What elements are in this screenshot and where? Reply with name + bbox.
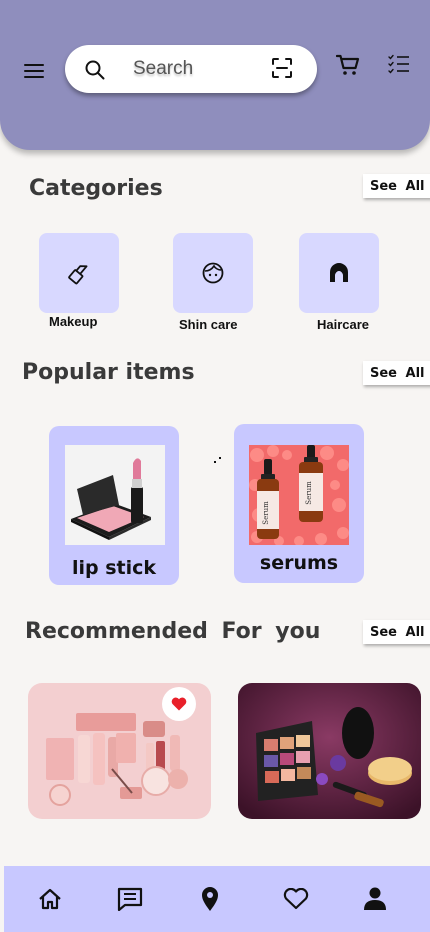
svg-text:Serum: Serum: [262, 501, 270, 525]
recommended-see-all-button[interactable]: See All: [363, 620, 430, 644]
popular-item-serums-label: serums: [259, 552, 339, 574]
nav-location[interactable]: [195, 884, 225, 914]
search-input[interactable]: [133, 57, 263, 81]
category-makeup-label: Makeup: [49, 314, 98, 329]
lipstick-blush-photo: [65, 445, 165, 545]
heart-icon: [283, 888, 309, 910]
nav-profile[interactable]: [360, 884, 390, 914]
category-makeup[interactable]: [39, 233, 119, 313]
chat-icon: [117, 887, 143, 911]
makeup-palette-photo: [238, 683, 421, 819]
categories-title: Categories: [29, 176, 163, 201]
profile-icon: [364, 887, 386, 910]
recommended-item-2[interactable]: [238, 683, 421, 819]
hamburger-menu-icon[interactable]: [24, 64, 44, 80]
nav-messages[interactable]: [115, 884, 145, 914]
lipstick-icon: [68, 265, 88, 285]
popular-see-all-button[interactable]: See All: [363, 361, 430, 385]
home-icon: [39, 888, 61, 910]
loading-dots: [214, 457, 222, 465]
categories-see-all-button[interactable]: See All: [363, 174, 430, 198]
category-haircare-label: Haircare: [317, 317, 370, 332]
popular-item-lipstick-label: lip stick: [71, 557, 157, 579]
bottom-navigation: [4, 866, 430, 932]
hair-icon: [330, 263, 348, 282]
scan-icon[interactable]: [271, 57, 293, 79]
popular-item-lipstick[interactable]: lip stick: [49, 426, 179, 585]
face-icon: [202, 262, 224, 284]
cart-icon[interactable]: [336, 54, 360, 76]
popular-items-title: Popular items: [22, 360, 195, 385]
recommended-item-1[interactable]: [28, 683, 211, 819]
search-bar[interactable]: [65, 45, 317, 93]
checklist-icon[interactable]: [388, 54, 410, 74]
svg-text:Serum: Serum: [305, 481, 313, 505]
popular-item-serums[interactable]: Serum Serum serums: [234, 424, 364, 583]
favorite-button[interactable]: [162, 687, 196, 721]
serum-bottles-photo: Serum Serum: [249, 445, 349, 545]
recommended-title: Recommended For you: [25, 619, 321, 644]
heart-filled-icon: [171, 697, 187, 711]
search-icon: [85, 60, 105, 80]
category-haircare[interactable]: [299, 233, 379, 313]
location-icon: [202, 887, 218, 911]
category-skin-care-label: Shin care: [179, 317, 238, 332]
top-app-bar: [0, 0, 430, 150]
nav-home[interactable]: [35, 884, 65, 914]
nav-favorites[interactable]: [281, 884, 311, 914]
category-skin-care[interactable]: [173, 233, 253, 313]
